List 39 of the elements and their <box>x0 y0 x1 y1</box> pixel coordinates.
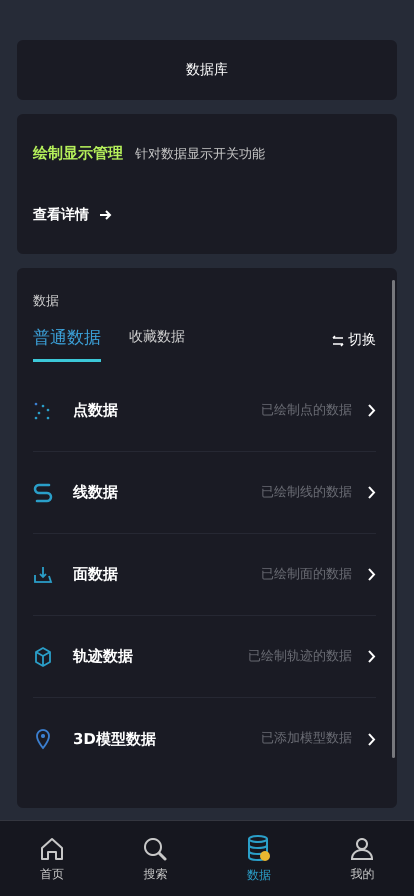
row-status: 已绘制面的数据 <box>261 566 352 584</box>
view-details-link[interactable]: 查看详情 <box>33 204 112 226</box>
nav-tab[interactable]: 首页 <box>0 821 104 896</box>
data-row[interactable]: 面数据 已绘制面的数据 <box>33 534 376 616</box>
card-description: 针对数据显示开关功能 <box>135 146 265 164</box>
row-title: 轨迹数据 <box>73 646 133 668</box>
data-tab[interactable]: 普通数据 <box>33 326 101 362</box>
data-row[interactable]: 轨迹数据 已绘制轨迹的数据 <box>33 616 376 698</box>
panel-heading: 数据 <box>33 293 60 311</box>
swap-arrows-icon <box>332 334 344 346</box>
nav-tab[interactable]: 数据 <box>207 821 310 896</box>
nav-tab[interactable]: 我的 <box>310 821 414 896</box>
scrollbar[interactable] <box>392 280 395 758</box>
cube-icon <box>33 646 53 668</box>
data-row[interactable]: 点数据 已绘制点的数据 <box>33 370 376 452</box>
switch-button[interactable]: 切换 <box>332 330 376 362</box>
arrow-right-icon <box>99 209 112 222</box>
row-title: 点数据 <box>73 400 118 422</box>
row-status: 已绘制线的数据 <box>261 484 352 502</box>
header-title: 数据库 <box>186 60 228 80</box>
chevron-right-icon <box>368 568 376 581</box>
nav-tab[interactable]: 搜索 <box>104 821 207 896</box>
chevron-right-icon <box>368 650 376 663</box>
tray-arrow-icon <box>33 564 53 584</box>
row-status: 已绘制轨迹的数据 <box>248 648 352 666</box>
data-row[interactable]: 3D模型数据 已添加模型数据 <box>33 698 376 780</box>
row-status: 已绘制点的数据 <box>261 402 352 420</box>
row-status: 已添加模型数据 <box>261 730 352 748</box>
chevron-right-icon <box>368 732 376 746</box>
row-title: 线数据 <box>73 482 118 504</box>
data-row[interactable]: 线数据 已绘制线的数据 <box>33 452 376 534</box>
card-title: 绘制显示管理 <box>33 143 123 164</box>
chevron-right-icon <box>368 404 376 417</box>
row-title: 面数据 <box>73 564 118 586</box>
chevron-right-icon <box>368 486 376 499</box>
curve-path-icon <box>33 482 53 504</box>
data-tab[interactable]: 收藏数据 <box>129 327 185 362</box>
pin-icon <box>33 728 53 750</box>
row-title: 3D模型数据 <box>73 728 156 750</box>
